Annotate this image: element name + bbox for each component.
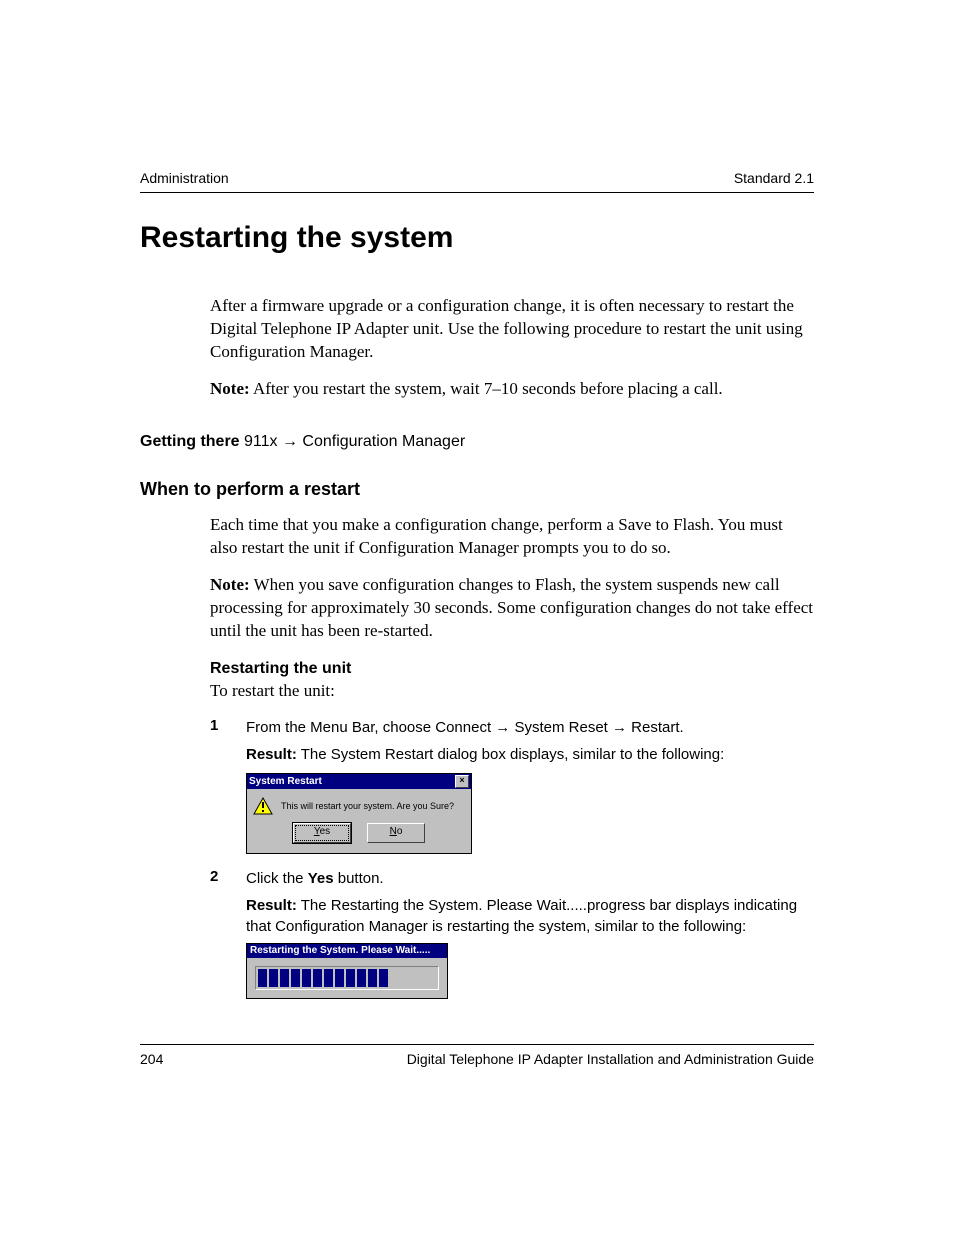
getting-there-label: Getting there bbox=[140, 433, 240, 450]
progress-segment bbox=[280, 969, 289, 987]
step-1-result: Result: The System Restart dialog box di… bbox=[246, 744, 814, 765]
progress-segment bbox=[357, 969, 366, 987]
progress-segment bbox=[368, 969, 377, 987]
subhead-when-to-restart: When to perform a restart bbox=[140, 479, 814, 500]
step-2: 2 Click the Yes button. bbox=[210, 868, 814, 889]
dialog-title: System Restart bbox=[249, 776, 322, 787]
close-button[interactable]: × bbox=[455, 775, 469, 788]
header-right: Standard 2.1 bbox=[734, 170, 814, 186]
result-text: The Restarting the System. Please Wait..… bbox=[246, 897, 797, 935]
result-text: The System Restart dialog box displays, … bbox=[297, 746, 724, 763]
footer-title: Digital Telephone IP Adapter Installatio… bbox=[407, 1051, 814, 1067]
dialog-button-row: Yes No bbox=[247, 819, 471, 853]
getting-there: Getting there 911x → Configuration Manag… bbox=[140, 433, 814, 451]
progress-dialog-title: Restarting the System. Please Wait..... bbox=[247, 944, 447, 958]
step-2-text: Click the Yes button. bbox=[246, 868, 814, 889]
progress-bar bbox=[255, 966, 439, 990]
note-1: Note: After you restart the system, wait… bbox=[210, 378, 814, 401]
progress-segment bbox=[302, 969, 311, 987]
step-number: 1 bbox=[210, 717, 246, 738]
note-label: Note: bbox=[210, 379, 250, 398]
system-restart-dialog: System Restart × This will restart your … bbox=[246, 773, 472, 854]
note-text: When you save configuration changes to F… bbox=[210, 575, 813, 640]
running-header: Administration Standard 2.1 bbox=[140, 170, 814, 193]
step-1-text: From the Menu Bar, choose Connect → Syst… bbox=[246, 717, 814, 738]
progress-segment bbox=[313, 969, 322, 987]
no-button[interactable]: No bbox=[367, 823, 425, 843]
progress-segment bbox=[258, 969, 267, 987]
note-2: Note: When you save configuration change… bbox=[210, 574, 814, 643]
note-label: Note: bbox=[210, 575, 250, 594]
dialog-titlebar: System Restart × bbox=[247, 774, 471, 789]
paragraph-to-restart: To restart the unit: bbox=[210, 680, 814, 703]
warning-icon bbox=[253, 797, 273, 815]
intro-paragraph: After a firmware upgrade or a configurat… bbox=[210, 295, 814, 364]
progress-segment bbox=[346, 969, 355, 987]
progress-segment bbox=[269, 969, 278, 987]
step-1: 1 From the Menu Bar, choose Connect → Sy… bbox=[210, 717, 814, 738]
step-number: 2 bbox=[210, 868, 246, 889]
running-footer: 204 Digital Telephone IP Adapter Install… bbox=[140, 1051, 814, 1067]
getting-there-path: 911x → Configuration Manager bbox=[240, 433, 466, 450]
dialog-body: This will restart your system. Are you S… bbox=[247, 789, 471, 819]
page-title: Restarting the system bbox=[140, 221, 814, 255]
progress-segment bbox=[291, 969, 300, 987]
result-label: Result: bbox=[246, 746, 297, 763]
progress-dialog: Restarting the System. Please Wait..... bbox=[246, 943, 448, 999]
dialog-message: This will restart your system. Are you S… bbox=[281, 801, 454, 811]
paragraph-save-flash: Each time that you make a configuration … bbox=[210, 514, 814, 560]
document-page: Administration Standard 2.1 Restarting t… bbox=[0, 0, 954, 1235]
subhead-restarting-unit: Restarting the unit bbox=[210, 660, 814, 678]
footer-rule bbox=[140, 1044, 814, 1045]
step-2-result: Result: The Restarting the System. Pleas… bbox=[246, 895, 814, 937]
progress-segment bbox=[379, 969, 388, 987]
yes-button[interactable]: Yes bbox=[293, 823, 351, 843]
progress-segment bbox=[324, 969, 333, 987]
result-label: Result: bbox=[246, 897, 297, 914]
progress-segment bbox=[335, 969, 344, 987]
note-text: After you restart the system, wait 7–10 … bbox=[250, 379, 723, 398]
header-left: Administration bbox=[140, 170, 229, 186]
page-number: 204 bbox=[140, 1051, 163, 1067]
